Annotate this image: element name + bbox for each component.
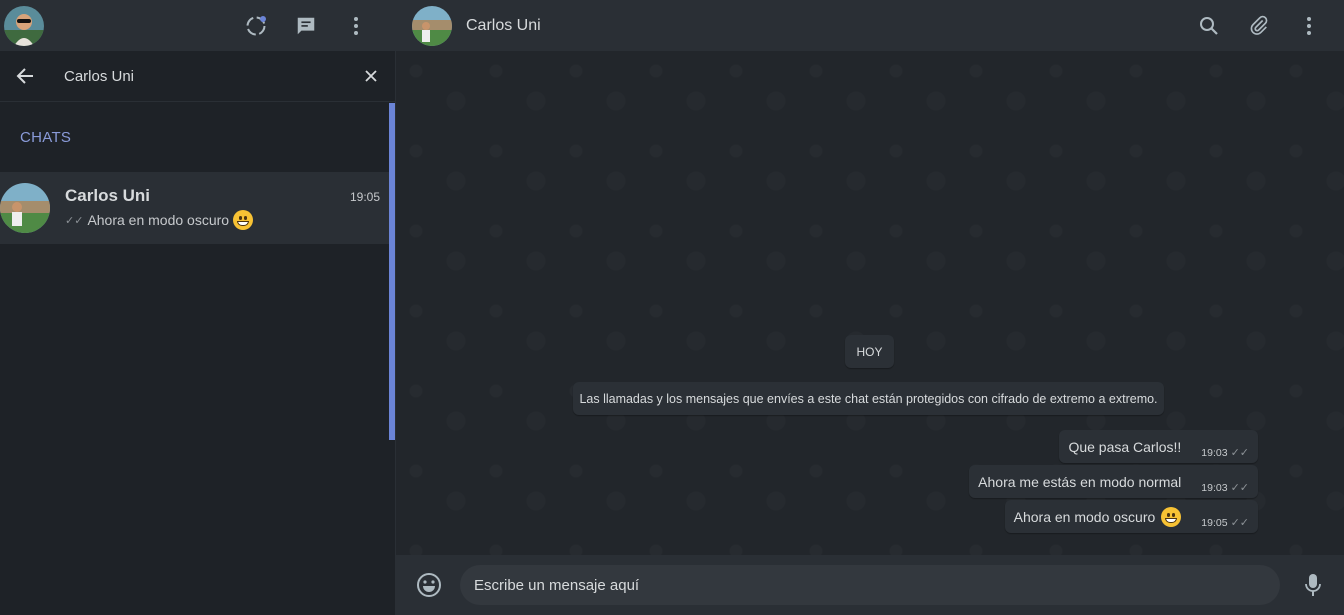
search-button[interactable]: [1186, 6, 1232, 46]
mic-icon: [1305, 574, 1321, 596]
double-check-icon: ✓✓: [1230, 447, 1249, 459]
chat-list-item[interactable]: Carlos Uni 19:05 ✓✓ Ahora en modo oscuro: [0, 172, 395, 244]
menu-icon: [354, 16, 358, 35]
my-avatar[interactable]: [4, 5, 44, 46]
message-bubble[interactable]: Ahora me estás en modo normal 19:03 ✓✓: [969, 465, 1258, 498]
message-area: HOY Las llamadas y los mensajes que enví…: [396, 51, 1344, 555]
mic-button[interactable]: [1298, 570, 1328, 600]
attach-button[interactable]: [1236, 6, 1282, 46]
left-header: [0, 0, 395, 51]
chat-name: Carlos Uni: [65, 186, 151, 205]
chat-list-scrollbar[interactable]: [389, 103, 395, 440]
message-input[interactable]: [460, 565, 1280, 605]
contact-header-avatar[interactable]: [412, 5, 452, 46]
encryption-notice[interactable]: Las llamadas y los mensajes que envíes a…: [573, 382, 1164, 415]
status-icon: [246, 15, 266, 35]
grinning-face-icon: [1161, 506, 1182, 527]
message-meta: 19:03 ✓✓: [1201, 481, 1249, 495]
search-input[interactable]: [64, 67, 353, 85]
conversation-header: Carlos Uni: [396, 0, 1344, 51]
new-chat-button[interactable]: [281, 6, 331, 46]
conversation-header-actions: [1186, 6, 1332, 46]
new-chat-icon: [297, 17, 315, 34]
message-time: 19:03: [1201, 481, 1228, 494]
emoji-icon: [417, 573, 441, 597]
contact-avatar: [0, 183, 50, 233]
message-meta: 19:03 ✓✓: [1201, 446, 1249, 460]
close-icon[interactable]: [363, 68, 379, 84]
conversation-pane: Carlos Uni HOY Las llamadas y los mensaj…: [396, 0, 1344, 615]
back-arrow-icon[interactable]: [16, 67, 34, 85]
message-text: Ahora me estás en modo normal: [978, 473, 1182, 490]
message-meta: 19:05 ✓✓: [1201, 516, 1249, 530]
message-time: 19:05: [1201, 516, 1228, 529]
day-divider: HOY: [845, 335, 894, 368]
section-title-chats: CHATS: [20, 128, 72, 146]
whatsapp-web-app: CHATS Carlos Uni 19:05 ✓✓ Ahora e: [0, 0, 1344, 615]
left-pane: CHATS Carlos Uni 19:05 ✓✓ Ahora e: [0, 0, 396, 615]
double-check-icon: ✓✓: [65, 214, 84, 227]
status-button[interactable]: [231, 6, 281, 46]
chat-time: 19:05: [349, 190, 380, 204]
emoji-button[interactable]: [412, 568, 446, 602]
left-header-actions: [231, 6, 381, 46]
chat-last-message-row: ✓✓ Ahora en modo oscuro: [65, 210, 380, 230]
double-check-icon: ✓✓: [1230, 482, 1249, 494]
search-bar: [0, 51, 395, 102]
double-check-icon: ✓✓: [1230, 517, 1249, 529]
menu-button[interactable]: [331, 6, 381, 46]
chat-row-top: Carlos Uni 19:05: [65, 186, 380, 206]
attach-icon: [1250, 15, 1268, 35]
message-bubble[interactable]: Ahora en modo oscuro 19:05 ✓✓: [1004, 500, 1258, 533]
chat-info: Carlos Uni 19:05 ✓✓ Ahora en modo oscuro: [65, 186, 380, 230]
menu-icon: [1307, 16, 1311, 35]
message-composer: [396, 555, 1344, 615]
chat-last-message: Ahora en modo oscuro: [87, 212, 230, 228]
message-bubble[interactable]: Que pasa Carlos!! 19:03 ✓✓: [1059, 430, 1258, 463]
contact-name[interactable]: Carlos Uni: [466, 17, 1186, 35]
message-time: 19:03: [1201, 446, 1228, 459]
message-text: Ahora en modo oscuro: [1013, 508, 1156, 525]
search-icon: [1200, 16, 1218, 35]
conversation-menu-button[interactable]: [1286, 6, 1332, 46]
grinning-face-icon: [233, 210, 254, 230]
message-text: Que pasa Carlos!!: [1068, 438, 1182, 455]
